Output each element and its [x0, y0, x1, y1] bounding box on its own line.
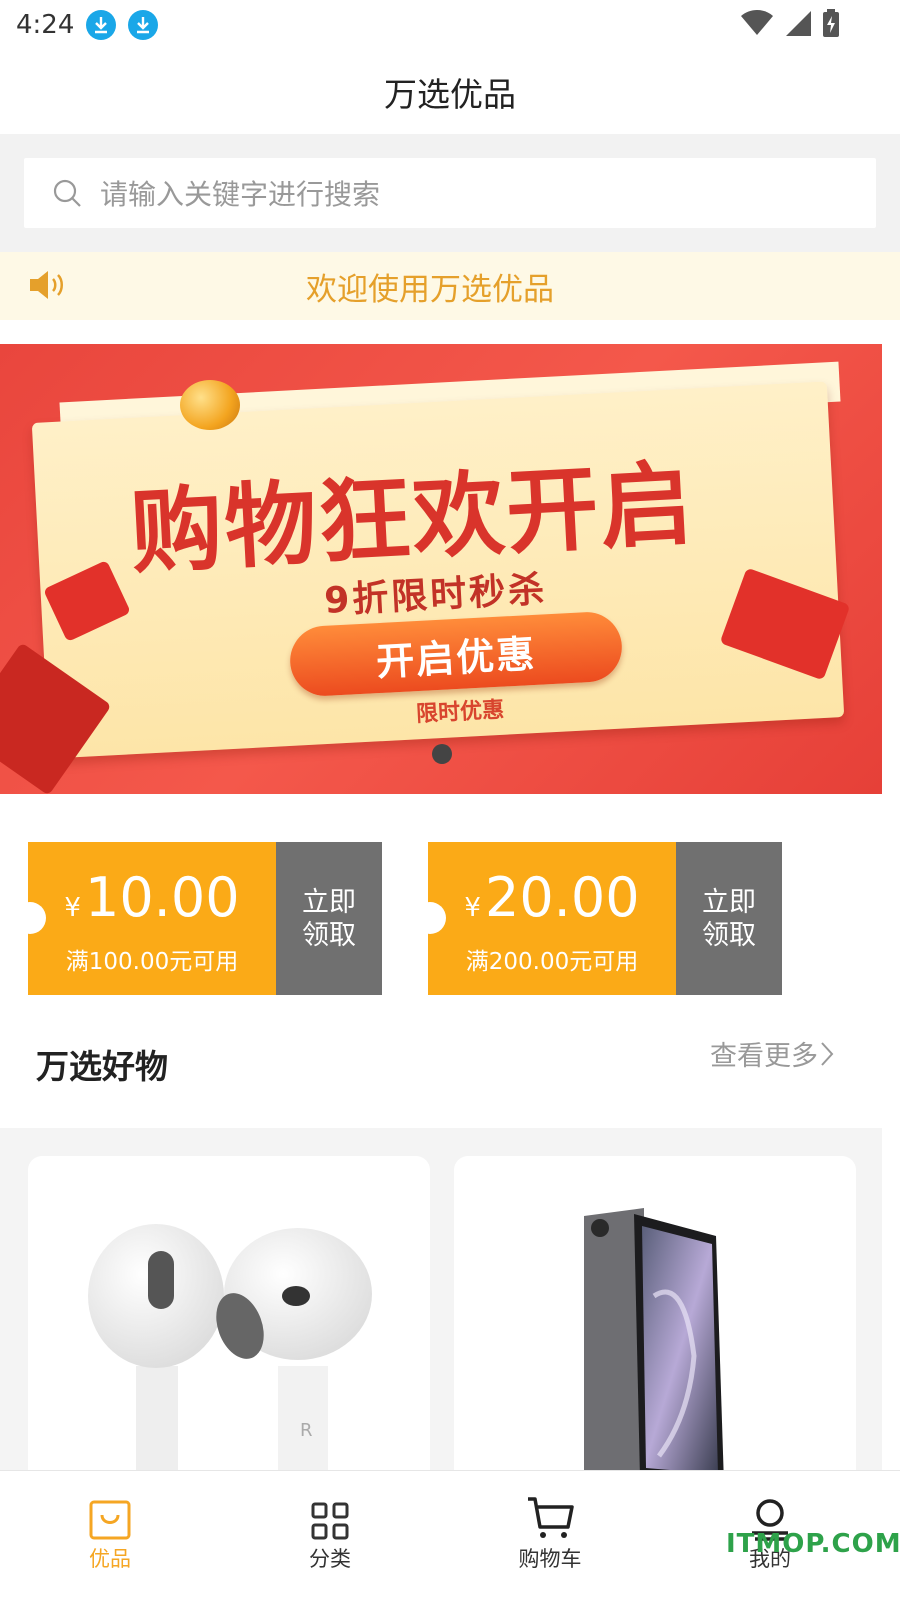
product-grid: R [0, 1128, 882, 1486]
view-more-link[interactable]: 查看更多 [710, 1034, 836, 1073]
claim-coupon-label: 立即领取 [302, 886, 356, 951]
banner-footnote: 限时优惠 [415, 697, 505, 728]
signal-icon [786, 11, 811, 36]
grid-icon [311, 1502, 349, 1540]
coupon-currency: ¥ [464, 893, 481, 923]
product-card[interactable]: R [28, 1156, 430, 1486]
coin-decoration [180, 380, 240, 430]
coupon-notch [14, 902, 46, 934]
coupon-currency: ¥ [64, 893, 81, 923]
coupon-card: ¥20.00 满200.00元可用 立即领取 [414, 842, 782, 995]
coupon-amount-area: ¥20.00 满200.00元可用 [414, 842, 676, 995]
claim-coupon-button[interactable]: 立即领取 [276, 842, 382, 995]
status-time: 4:24 [16, 10, 75, 40]
tab-category[interactable]: 分类 [255, 1471, 405, 1571]
view-more-label: 查看更多 [710, 1041, 818, 1072]
product-card[interactable] [454, 1156, 856, 1486]
notice-text: 欢迎使用万选优品 [306, 271, 554, 308]
tab-label: 购物车 [518, 1547, 582, 1571]
tab-home[interactable]: 优品 [35, 1471, 185, 1571]
battery-icon [823, 9, 839, 37]
page-title: 万选优品 [384, 75, 516, 114]
search-placeholder: 请输入关键字进行搜索 [100, 178, 381, 211]
notice-bar: 欢迎使用万选优品 [0, 252, 900, 320]
promo-banner[interactable]: 购物狂欢开启 9折限时秒杀 开启优惠 限时优惠 [0, 344, 882, 794]
status-bar: 4:24 [0, 0, 900, 50]
coupon-notch [414, 902, 446, 934]
coupon-condition: 满100.00元可用 [65, 949, 239, 975]
cart-icon [528, 1497, 574, 1538]
app-screen: 4:24 万选优品 请输入关键字进行搜索 欢迎使用万选优品 购物狂欢开启 9折限… [0, 0, 900, 1600]
coupon-amount-area: ¥10.00 满100.00元可用 [14, 842, 276, 995]
claim-coupon-button[interactable]: 立即领取 [676, 842, 782, 995]
watermark: ITMOP.COM [726, 1529, 900, 1559]
tab-label: 分类 [309, 1547, 351, 1571]
tablet-image [584, 1208, 724, 1484]
search-area: 请输入关键字进行搜索 [0, 134, 900, 252]
section-title: 万选好物 [36, 1047, 168, 1086]
bag-icon [89, 1500, 131, 1540]
search-icon [53, 179, 81, 207]
bottom-tab-bar: 优品 分类 购物车 我的 ITMOP.COM [0, 1470, 900, 1600]
wifi-icon [741, 10, 773, 35]
claim-coupon-label: 立即领取 [702, 886, 756, 951]
coupon-amount: 20.00 [484, 866, 640, 929]
coupon-card: ¥10.00 满100.00元可用 立即领取 [14, 842, 382, 995]
tab-cart[interactable]: 购物车 [475, 1471, 625, 1571]
carousel-indicator[interactable] [432, 744, 452, 764]
tab-label: 优品 [89, 1547, 131, 1571]
download-icon [86, 10, 117, 40]
download-icon [128, 10, 159, 40]
chevron-right-icon [821, 1041, 834, 1066]
coupon-amount: 10.00 [84, 866, 240, 929]
search-input[interactable]: 请输入关键字进行搜索 [24, 158, 876, 228]
banner-cta-label: 开启优惠 [375, 631, 538, 684]
title-bar: 万选优品 [0, 50, 900, 134]
earbuds-image: R [88, 1224, 372, 1486]
coupon-condition: 满200.00元可用 [465, 949, 639, 975]
svg-text:R: R [300, 1420, 313, 1441]
